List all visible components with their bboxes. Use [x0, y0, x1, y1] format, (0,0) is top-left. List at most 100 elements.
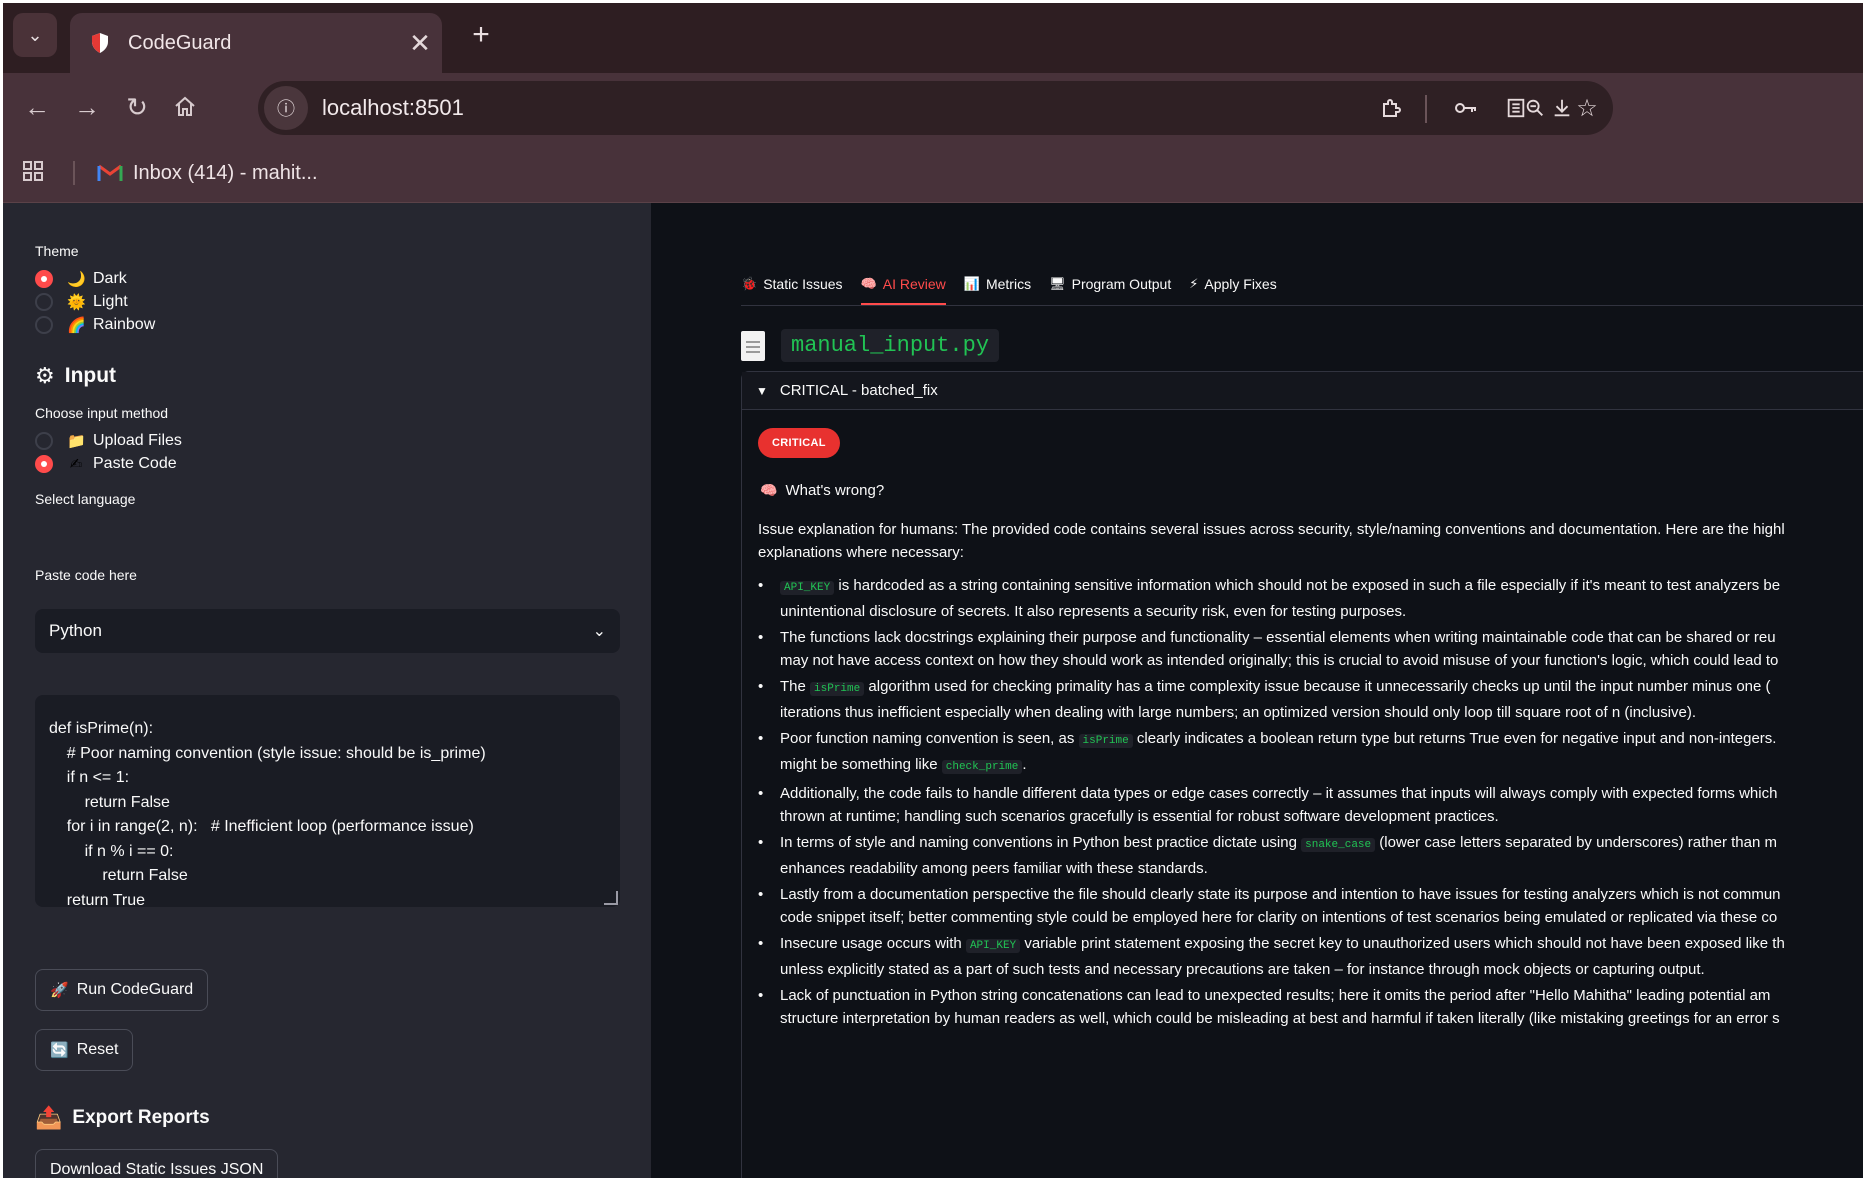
resize-handle[interactable] [604, 891, 618, 905]
radio-unselected[interactable] [35, 432, 53, 450]
tab-program-output[interactable]: 🖥 Program Output [1049, 267, 1171, 301]
bookmark-gmail[interactable]: Inbox (414) - mahit... [97, 157, 318, 189]
brain-icon: 🧠 [860, 276, 877, 291]
theme-option-label: Dark [93, 270, 127, 287]
site-info-button[interactable]: ⓘ [264, 86, 308, 130]
input-option-paste[interactable]: ✍ Paste Code [35, 452, 177, 476]
radio-selected[interactable] [35, 270, 53, 288]
tab-label: AI Review [882, 276, 946, 292]
code-line: return False [49, 867, 188, 884]
issue-bullet-line: may not have access context on how they … [780, 649, 1863, 672]
radio-selected[interactable] [35, 455, 53, 473]
moon-icon: 🌙 [67, 271, 86, 288]
url-text[interactable]: localhost:8501 [322, 95, 1509, 121]
new-tab-button[interactable]: + [461, 15, 501, 55]
close-icon[interactable]: ✕ [398, 28, 442, 59]
issue-bullet: Poor function naming convention is seen,… [758, 727, 1863, 779]
issue-bullet-line: thrown at runtime; handling such scenari… [780, 805, 1863, 828]
expander-header[interactable]: ▼ CRITICAL - batched_fix [742, 372, 1863, 410]
issue-bullet: Lastly from a documentation perspective … [758, 883, 1863, 929]
input-option-upload[interactable]: 📁 Upload Files [35, 429, 182, 453]
issue-bullet-line: iterations thus inefficient especially w… [780, 701, 1863, 724]
theme-option-dark[interactable]: 🌙 Dark [35, 267, 127, 291]
input-option-label: Paste Code [93, 455, 177, 472]
input-option-label: Upload Files [93, 432, 182, 449]
issue-bullet-list: API_KEY is hardcoded as a string contain… [758, 574, 1863, 1033]
tab-search-button[interactable]: ⌄ [13, 13, 57, 57]
tab-label: Apply Fixes [1204, 276, 1277, 292]
toolbar-divider [1425, 95, 1427, 123]
download-button-label: Download Static Issues JSON [50, 1161, 264, 1178]
puzzle-icon [1383, 99, 1401, 117]
reset-button[interactable]: 🔄 Reset [35, 1029, 134, 1071]
home-button[interactable] [163, 85, 207, 129]
tab-label: Program Output [1071, 276, 1172, 292]
bullet-text: unless explicitly stated as a part of su… [780, 961, 1705, 978]
folder-icon: 📁 [67, 433, 86, 450]
refresh-icon: 🔄 [50, 1042, 69, 1059]
download-static-json-button[interactable]: Download Static Issues JSON [35, 1149, 279, 1178]
bullet-text: Lastly from a documentation perspective … [780, 886, 1781, 903]
shield-icon [92, 33, 108, 53]
code-line: for i in range(2, n): # Inefficient loop… [49, 818, 474, 835]
paste-code-label: Paste code here [35, 567, 137, 583]
browser-tab-codeguard[interactable]: CodeGuard ✕ [70, 13, 442, 73]
bullet-text: Lack of punctuation in Python string con… [780, 987, 1771, 1004]
bullet-text: In terms of style and naming conventions… [780, 834, 1302, 851]
code-textarea[interactable]: def isPrime(n): # Poor naming convention… [35, 695, 620, 909]
radio-unselected[interactable] [35, 293, 53, 311]
browser-window: ⌄ CodeGuard ✕ + ← → ↻ ⓘ localhost:8501 ☆ [3, 3, 1863, 1178]
whats-wrong-heading: 🧠 What's wrong? [760, 482, 884, 499]
forward-button[interactable]: → [65, 85, 109, 129]
language-label: Select language [35, 491, 136, 507]
bullet-text: unintentional disclosure of secrets. It … [780, 603, 1407, 620]
code-line: # Poor naming convention (style issue: s… [49, 744, 486, 762]
issue-bullet: Insecure usage occurs with API_KEY varia… [758, 932, 1863, 981]
tray-icon: 📤 [35, 1105, 63, 1130]
issue-bullet-line: might be something like check_prime. [780, 753, 1863, 779]
theme-label: Theme [35, 243, 79, 259]
language-select[interactable]: Python ⌄ [35, 609, 620, 653]
issue-explanation: Issue explanation for humans: The provid… [758, 518, 1863, 564]
issue-bullet: Lack of punctuation in Python string con… [758, 984, 1863, 1030]
extensions-button[interactable] [1368, 85, 1414, 131]
back-button[interactable]: ← [15, 85, 59, 129]
password-button[interactable] [1443, 85, 1489, 131]
bullet-text: may not have access context on how they … [780, 652, 1779, 669]
browser-toolbar: ← → ↻ ⓘ localhost:8501 ☆ [3, 73, 1863, 143]
theme-option-light[interactable]: 🌞 Light [35, 290, 128, 314]
reset-button-label: Reset [76, 1041, 119, 1058]
issue-bullet-line: unintentional disclosure of secrets. It … [780, 600, 1863, 623]
radio-unselected[interactable] [35, 316, 53, 334]
theme-option-rainbow[interactable]: 🌈 Rainbow [35, 313, 155, 337]
input-heading: ⚙ Input [35, 363, 116, 389]
home-icon [175, 96, 195, 116]
tab-label: Static Issues [763, 276, 843, 292]
bookmarks-bar: Inbox (414) - mahit... [3, 143, 1863, 203]
issue-bullet-line: code snippet itself; better commenting s… [780, 906, 1863, 929]
downloads-button[interactable] [1539, 85, 1585, 131]
tab-ai-review[interactable]: 🧠 AI Review [860, 267, 947, 305]
tab-apply-fixes[interactable]: ⚡ Apply Fixes [1189, 267, 1277, 301]
reload-icon: ↻ [126, 91, 148, 122]
bullet-text: enhances readability among peers familia… [780, 860, 1208, 877]
monitor-icon: 🖥 [1049, 276, 1066, 291]
tab-metrics[interactable]: 📊 Metrics [964, 267, 1031, 301]
bullet-text: clearly indicates a boolean return type … [1132, 730, 1777, 747]
issue-bullet-line: The isPrime algorithm used for checking … [780, 675, 1863, 701]
whats-wrong-text: What's wrong? [785, 482, 885, 499]
bullet-text: The [780, 678, 811, 695]
tab-static-issues[interactable]: 🐞 Static Issues [741, 267, 843, 301]
run-codeguard-button[interactable]: 🚀 Run CodeGuard [35, 969, 209, 1011]
issue-bullet-line: Lack of punctuation in Python string con… [780, 984, 1863, 1007]
code-line: return True [49, 891, 146, 909]
tab-label: Metrics [985, 276, 1032, 292]
issue-bullet: Additionally, the code fails to handle d… [758, 782, 1863, 828]
reading-list-button[interactable] [1493, 85, 1539, 131]
reload-button[interactable]: ↻ [115, 85, 159, 129]
apps-grid-icon[interactable] [21, 159, 49, 187]
tab-title: CodeGuard [128, 31, 232, 54]
issue-bullet: The isPrime algorithm used for checking … [758, 675, 1863, 724]
gmail-icon [97, 164, 123, 181]
issue-bullet-line: enhances readability among peers familia… [780, 857, 1863, 880]
